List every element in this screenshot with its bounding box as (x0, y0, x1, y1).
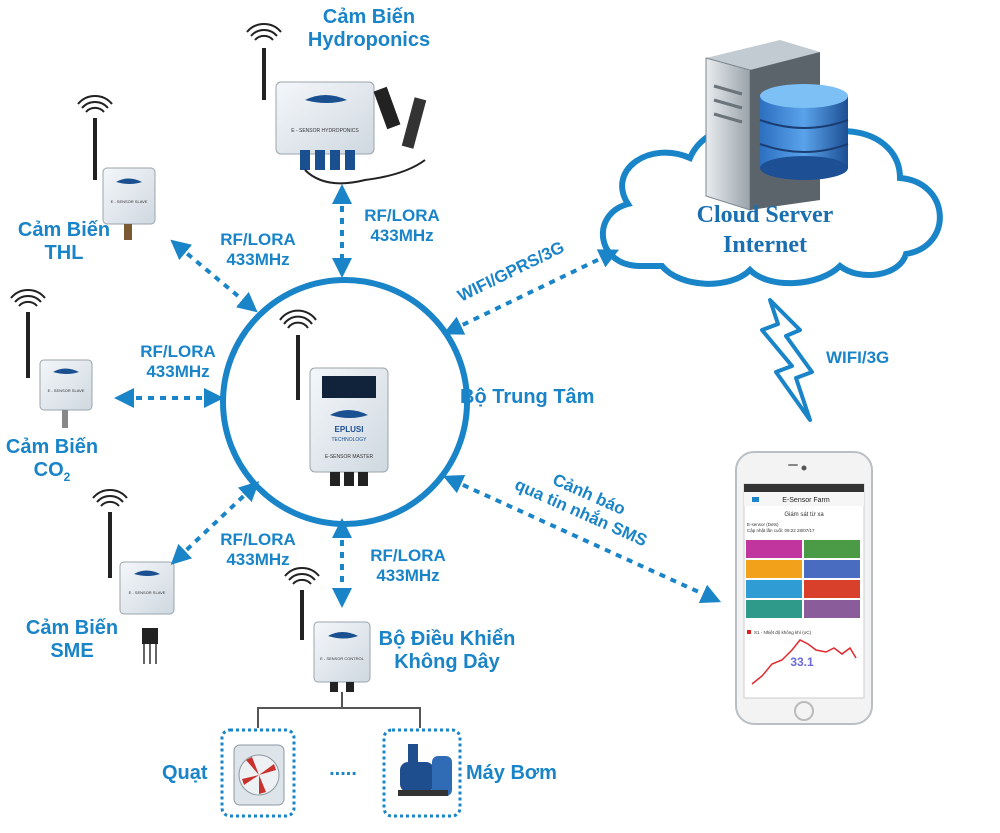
svg-text:33.1: 33.1 (790, 655, 814, 669)
sme-label: Cảm Biến SME (22, 617, 122, 663)
master-device: EPLUSI TECHNOLOGY E-SENSOR MASTER (279, 309, 389, 486)
co2-label: Cảm Biến CO2 (0, 436, 104, 485)
phone-link-label: WIFI/3G (826, 348, 916, 368)
pump-device (382, 728, 462, 818)
phone-link-text: WIFI/3G (826, 348, 890, 367)
cloud-label: Cloud Server Internet (660, 200, 870, 260)
sme-link-l2: 433MHz (226, 549, 290, 569)
hydroponics-label-line2: Hydroponics (307, 29, 431, 51)
fan-label-text: Quạt (162, 762, 208, 784)
fan-label: Quạt (162, 762, 222, 785)
database-icon (759, 84, 849, 180)
svg-text:E - SENSOR SLAVE: E - SENSOR SLAVE (111, 199, 148, 204)
thl-link-l1: RF/LORA (220, 230, 296, 249)
svg-text:E-SENSOR MASTER: E-SENSOR MASTER (325, 454, 374, 460)
svg-text:Cập nhật lần cuối: 09:22 28/07: Cập nhật lần cuối: 09:22 28/07/17 (747, 528, 815, 533)
svg-text:E - SENSOR SLAVE: E - SENSOR SLAVE (48, 388, 85, 393)
sme-link-label: RF/LORA 433MHz (208, 530, 308, 569)
control-link-label: RF/LORA 433MHz (358, 546, 458, 585)
svg-text:TECHNOLOGY: TECHNOLOGY (331, 437, 367, 443)
center-label: Bộ Trung Tâm (460, 386, 630, 409)
thl-label: Cảm Biến THL (14, 219, 114, 265)
hydroponics-label-line1: Cảm Biến (322, 6, 416, 28)
controller-label-line1: Bộ Điều Khiển (378, 628, 516, 650)
lightning-icon (760, 298, 814, 422)
thl-label-line2: THL (44, 242, 84, 264)
co2-link-l1: RF/LORA (140, 342, 216, 361)
thl-link-label: RF/LORA 433MHz (208, 230, 308, 269)
svg-text:EPLUSI: EPLUSI (335, 425, 364, 434)
co2-link-l2: 433MHz (146, 361, 210, 381)
hydro-link-label: RF/LORA 433MHz (352, 206, 452, 245)
hydro-link-l2: 433MHz (370, 225, 434, 245)
co2-device: E - SENSOR SLAVE (10, 288, 93, 428)
ellipsis-label: ..... (318, 758, 368, 781)
antenna-icon (77, 94, 113, 180)
fan-device (220, 728, 296, 818)
svg-text:Giám sát từ xa: Giám sát từ xa (784, 512, 824, 518)
center-label-text: Bộ Trung Tâm (460, 386, 595, 408)
cloud-label-line1: Cloud Server (696, 202, 834, 228)
smartphone: E-Sensor Farm Giám sát từ xa E-sensor (D… (735, 451, 873, 725)
diagram-canvas: EPLUSI TECHNOLOGY E-SENSOR MASTER E - SE… (10, 22, 943, 818)
thl-label-line1: Cảm Biến (17, 219, 111, 241)
controller-label: Bộ Điều Khiển Không Dây (372, 628, 522, 674)
control-link-l1: RF/LORA (370, 546, 446, 565)
svg-text:E-sensor (Dets): E-sensor (Dets) (747, 522, 779, 527)
sme-link-l1: RF/LORA (220, 530, 296, 549)
control-link-l2: 433MHz (376, 565, 440, 585)
pump-label: Máy Bơm (466, 762, 576, 785)
svg-text:E - SENSOR HYDROPONICS: E - SENSOR HYDROPONICS (291, 128, 359, 134)
sme-label-line2: SME (50, 640, 94, 662)
network-diagram: EPLUSI TECHNOLOGY E-SENSOR MASTER E - SE… (0, 0, 1000, 828)
co2-link-label: RF/LORA 433MHz (128, 342, 228, 381)
co2-label-sub: 2 (63, 470, 71, 484)
svg-text:S1 - Nhiệt độ không khí (oC): S1 - Nhiệt độ không khí (oC) (754, 630, 812, 635)
ellipsis-text: ..... (329, 758, 357, 780)
controller-label-line2: Không Dây (394, 651, 500, 673)
thl-link-l2: 433MHz (226, 249, 290, 269)
hydro-link-l1: RF/LORA (364, 206, 440, 225)
co2-label-line1: Cảm Biến (5, 436, 99, 458)
svg-text:E - SENSOR CONTROL: E - SENSOR CONTROL (320, 656, 365, 661)
pump-label-text: Máy Bơm (466, 762, 557, 784)
hydroponics-label: Cảm Biến Hydroponics (294, 6, 444, 52)
sme-label-line1: Cảm Biến (25, 617, 119, 639)
svg-text:E - SENSOR SLAVE: E - SENSOR SLAVE (129, 590, 166, 595)
svg-text:E-Sensor Farm: E-Sensor Farm (782, 497, 830, 504)
cloud-label-line2: Internet (723, 232, 807, 258)
co2-label-line2: CO (33, 459, 64, 481)
